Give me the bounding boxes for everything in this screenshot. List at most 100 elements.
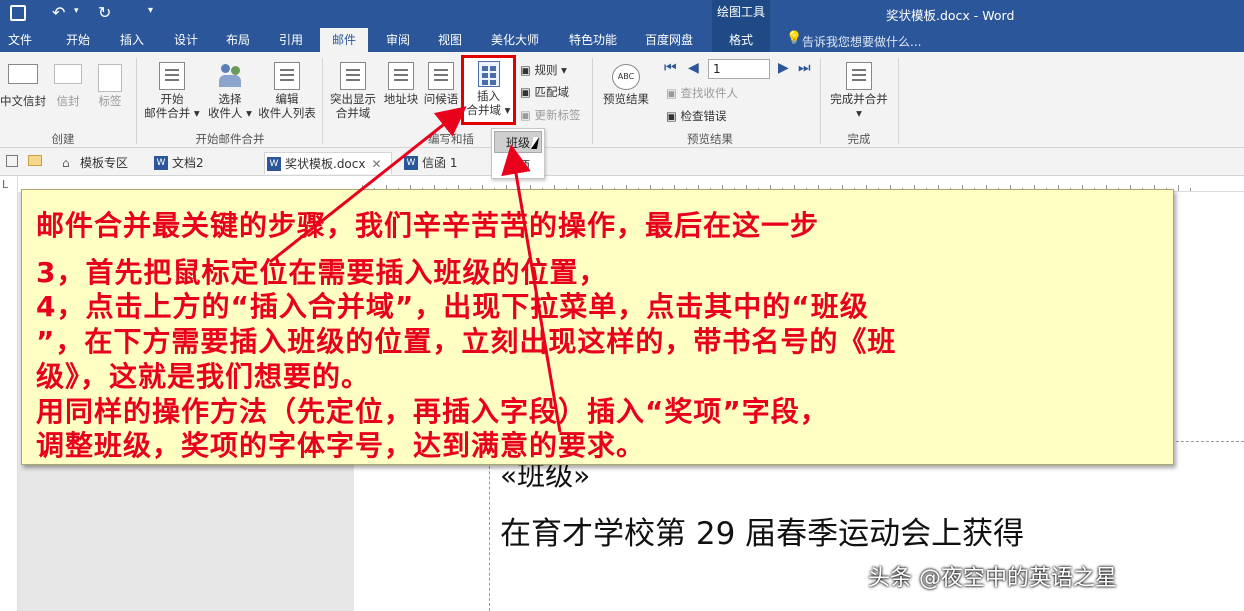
tab-baidu-pan[interactable]: 百度网盘 [636, 28, 702, 52]
start-merge-icon [159, 62, 185, 90]
finish-merge-button[interactable]: 完成并合并 ▾ [826, 62, 892, 120]
annotation-note: 邮件合并最关键的步骤，我们辛辛苦苦的操作，最后在这一步 3，首先把鼠标定位在需要… [21, 189, 1174, 465]
panel-icon[interactable] [6, 155, 18, 167]
prev-record-icon[interactable]: ◀ [688, 60, 699, 76]
note-line: 调整班级，奖项的字体字号，达到满意的要求。 [36, 429, 646, 462]
group-separator [322, 58, 323, 144]
tab-features[interactable]: 特色功能 [560, 28, 626, 52]
greeting-line-button[interactable]: 问候语 [422, 62, 460, 106]
tab-beautify[interactable]: 美化大师 [482, 28, 548, 52]
next-record-icon[interactable]: ▶ [778, 60, 789, 76]
group-create-label: 创建 [51, 132, 75, 146]
group-separator [136, 58, 137, 144]
greeting-label: 问候语 [423, 92, 459, 106]
start-mail-merge-button[interactable]: 开始 邮件合并 ▾ [142, 62, 202, 120]
select-recipients-button[interactable]: 选择 收件人 ▾ [202, 62, 258, 120]
tab-mailings[interactable]: 邮件 [320, 28, 368, 52]
group-separator [592, 58, 593, 144]
preview-results-button[interactable]: ABC 预览结果 [598, 64, 654, 106]
labels-icon [98, 64, 122, 92]
highlight-label: 突出显示 合并域 [330, 92, 376, 120]
doc-tab-doc2[interactable]: W 文档2 [152, 152, 252, 174]
customize-qat-icon[interactable]: ▾ [148, 5, 153, 16]
note-line: ”，在下方需要插入班级的位置，立刻出现这样的，带书名号的《班 [36, 325, 897, 358]
undo-icon[interactable]: ↶ [52, 3, 65, 22]
ruler-tick [1178, 185, 1179, 191]
group-separator [898, 58, 899, 144]
tab-references[interactable]: 引用 [269, 28, 313, 52]
record-input[interactable]: 1 [708, 59, 770, 79]
preview-abc-icon: ABC [612, 64, 640, 90]
folder-icon[interactable] [28, 155, 42, 166]
select-recipients-label: 选择 收件人 ▾ [208, 92, 252, 120]
note-line: 级》，这就是我们想要的。 [36, 360, 371, 393]
watermark: 头条 @夜空中的英语之星 [868, 566, 1117, 591]
award-body-text: 在育才学校第 29 届春季运动会上获得 [500, 516, 1025, 552]
envelope-icon [54, 64, 82, 84]
word-icon: W [154, 156, 168, 170]
rules-button[interactable]: ▣ 规则 ▾ [520, 62, 567, 78]
ribbon: 中文信封 信封 标签 创建 开始 邮件合并 ▾ 选择 收件人 ▾ 编辑 收件人列表 开… [0, 52, 1244, 148]
find-recipient-button: ▣ 查找收件人 [666, 86, 739, 100]
document-title: 奖状模板.docx - Word [886, 8, 1015, 23]
home-icon: ⌂ [62, 156, 70, 170]
ruler-corner: L [2, 178, 9, 191]
note-line: 4，点击上方的“插入合并域”，出现下拉菜单，点击其中的“班级 [36, 290, 869, 323]
envelope-icon [8, 64, 38, 84]
people-icon [217, 62, 243, 90]
match-fields-button[interactable]: ▣ 匹配域 [520, 84, 569, 100]
ruler-tick [1190, 188, 1191, 191]
address-block-label: 地址块 [383, 92, 419, 106]
redo-icon[interactable]: ↻ [98, 3, 111, 22]
tab-format[interactable]: 格式 [712, 28, 770, 52]
lightbulb-icon: 💡 [786, 31, 803, 46]
tell-me-box[interactable]: 告诉我您想要做什么... [802, 33, 921, 50]
check-errors-button[interactable]: ▣ 检查错误 [666, 108, 727, 124]
drawing-tools-label: 绘图工具 [712, 0, 770, 28]
update-labels-button: ▣ 更新标签 [520, 108, 581, 122]
tab-design[interactable]: 设计 [164, 28, 208, 52]
tab-review[interactable]: 审阅 [376, 28, 420, 52]
save-icon[interactable] [10, 5, 26, 21]
preview-label: 预览结果 [603, 92, 649, 106]
tab-home[interactable]: 开始 [56, 28, 100, 52]
document-tabs-bar: ⌂ 模板专区 W 文档2 W 奖状模板.docx ✕ W 信函 1 [0, 148, 1244, 176]
tab-insert[interactable]: 插入 [110, 28, 154, 52]
start-merge-label: 开始 邮件合并 ▾ [144, 92, 200, 120]
first-record-icon[interactable]: ⏮ [664, 60, 677, 76]
last-record-icon[interactable]: ⏭ [798, 60, 811, 76]
group-separator [820, 58, 821, 144]
word-icon: W [404, 156, 418, 170]
doc-tab-letter[interactable]: W 信函 1 [402, 152, 472, 174]
highlight-merge-fields-button[interactable]: 突出显示 合并域 [326, 62, 380, 120]
envelopes-button: 信封 [50, 64, 86, 108]
tab-layout[interactable]: 布局 [216, 28, 260, 52]
greeting-icon [428, 62, 454, 90]
merge-field-dropdown: 班级 奖项 [491, 128, 545, 179]
insert-field-label: 插入 合并域 ▾ [466, 89, 511, 117]
highlight-icon [340, 62, 366, 90]
ribbon-tabs: 文件 开始 插入 设计 布局 引用 邮件 审阅 视图 美化大师 特色功能 百度网… [0, 28, 1244, 52]
edit-recipient-list-button[interactable]: 编辑 收件人列表 [256, 62, 318, 120]
finish-merge-label: 完成并合并 [830, 92, 888, 106]
edit-list-label: 编辑 收件人列表 [258, 92, 316, 120]
group-preview-label: 预览结果 [687, 132, 733, 146]
note-line: 邮件合并最关键的步骤，我们辛辛苦苦的操作，最后在这一步 [36, 209, 820, 242]
address-block-icon [388, 62, 414, 90]
word-icon: W [267, 157, 281, 171]
tab-file[interactable]: 文件 [0, 28, 40, 52]
undo-dropdown-icon[interactable]: ▾ [74, 6, 79, 16]
close-tab-icon[interactable]: ✕ [371, 157, 381, 171]
vertical-ruler [0, 176, 18, 611]
insert-merge-field-button[interactable]: 插入 合并域 ▾ [461, 55, 516, 125]
doc-tab-award-template[interactable]: W 奖状模板.docx ✕ [264, 152, 392, 174]
dropdown-item-award[interactable]: 奖项 [494, 155, 542, 177]
group-write-label: 编写和插 [428, 132, 474, 146]
chinese-envelope-button[interactable]: 中文信封 [0, 64, 46, 108]
envelopes-label: 信封 [56, 94, 80, 108]
finish-merge-icon [846, 62, 872, 90]
labels-label: 标签 [98, 94, 122, 108]
doc-tab-templates[interactable]: ⌂ 模板专区 [60, 152, 146, 174]
address-block-button[interactable]: 地址块 [380, 62, 422, 106]
tab-view[interactable]: 视图 [428, 28, 472, 52]
